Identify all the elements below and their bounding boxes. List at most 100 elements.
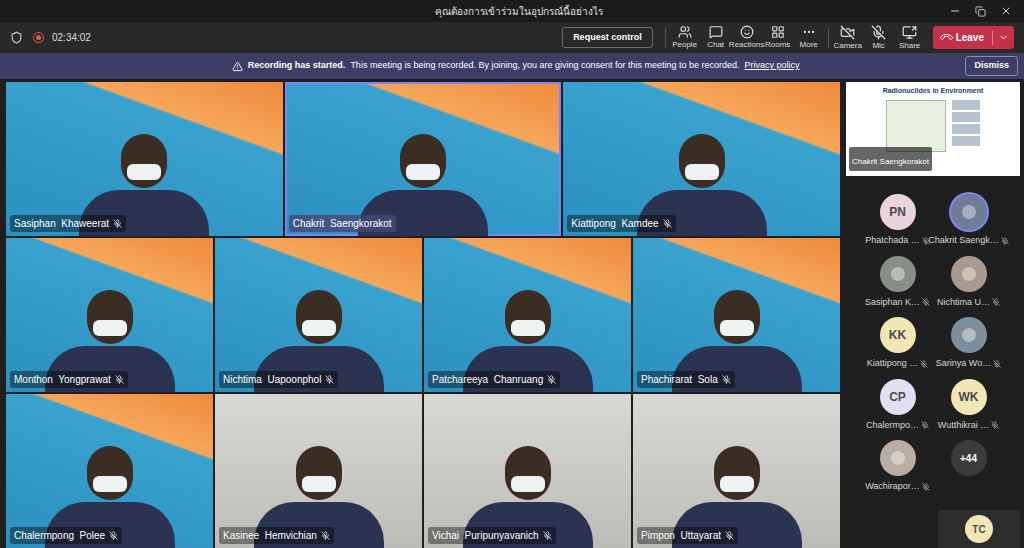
title-bar: คุณต้องการเข้าร่วมในอุปกรณ์นี้อย่างไร	[0, 0, 1024, 22]
video-tile[interactable]: Kasinee Hemvichian	[215, 394, 422, 548]
toolbar-button[interactable]: Reactions	[732, 25, 762, 50]
video-tile[interactable]: Pimpon Uttayarat	[633, 394, 840, 548]
participant-name: Patchareeya Chanruang	[432, 372, 543, 387]
participant-name-label: Patchareeya Chanruang	[428, 371, 560, 388]
participant-name-label: Chakrit Saengkorakot	[289, 215, 396, 232]
mic-off-icon	[543, 531, 552, 540]
mic-off-icon	[921, 421, 929, 429]
video-tile[interactable]: Chakrit Saengkorakot	[285, 82, 562, 236]
video-tile[interactable]: Nichtima Uapoonphol	[215, 238, 422, 392]
toolbar-icon	[709, 25, 723, 39]
participant-name: Chakrit Saengk…	[928, 234, 999, 248]
mic-off-icon	[991, 421, 999, 429]
participant[interactable]: KKKiattipong …	[862, 317, 933, 371]
toolbar-icon	[771, 25, 785, 39]
toolbar-icon	[740, 25, 754, 39]
mic-off-icon	[325, 375, 334, 384]
video-tile[interactable]: Monthon Yongprawat	[6, 238, 213, 392]
minimize-icon[interactable]	[949, 5, 961, 17]
mic-off-icon	[922, 298, 930, 306]
privacy-policy-link[interactable]: Privacy policy	[745, 59, 800, 73]
mic-off-icon	[992, 298, 1000, 306]
teams-meeting-window: คุณต้องการเข้าร่วมในอุปกรณ์นี้อย่างไร 02:…	[0, 0, 1024, 548]
participant-name: Vichai Puripunyavanich	[432, 528, 539, 543]
participant-name: Nichtima Uapoonphol	[223, 372, 321, 387]
mic-off-icon	[663, 219, 672, 228]
toolbar-button[interactable]: More	[794, 25, 824, 50]
warning-icon	[232, 61, 243, 72]
participant-name: Sasiphan K…	[865, 296, 920, 310]
participant[interactable]: Sasiphan K…	[862, 256, 933, 310]
participant-name-label: Monthon Yongprawat	[10, 371, 128, 388]
participant-name: Nichtima U…	[937, 296, 990, 310]
participant-avatar	[951, 194, 987, 230]
toolbar-icon	[802, 25, 816, 39]
video-tile[interactable]: Chalermpong Polee	[6, 394, 213, 548]
participant-name: Pimpon Uttayarat	[641, 528, 721, 543]
participant-avatar: PN	[880, 194, 916, 230]
window-title: คุณต้องการเข้าร่วมในอุปกรณ์นี้อย่างไร	[88, 4, 949, 19]
video-tile[interactable]: Vichai Puripunyavanich	[424, 394, 631, 548]
dismiss-button[interactable]: Dismiss	[965, 56, 1018, 76]
overflow-participants[interactable]: +44	[933, 440, 1004, 494]
participant[interactable]: Sarinya Wo…	[933, 317, 1004, 371]
toolbar-button[interactable]: Chat	[701, 25, 731, 50]
side-panel: Radionuclides in Environment Chakrit Saen…	[840, 82, 1024, 548]
participant-name-label: Kasinee Hemvichian	[219, 527, 334, 544]
shared-content[interactable]: Radionuclides in Environment Chakrit Saen…	[846, 82, 1020, 176]
chevron-down-icon[interactable]	[998, 32, 1009, 43]
participant-name: Sasiphan Khaweerat	[14, 216, 109, 231]
leave-button[interactable]: Leave	[933, 26, 1014, 49]
device-button[interactable]: Camera	[833, 25, 863, 51]
participant[interactable]: CP Chalermpo…	[862, 379, 933, 433]
self-view[interactable]: TC	[938, 510, 1020, 548]
video-tile[interactable]: Kiattipong Kamdee	[563, 82, 840, 236]
toolbar-button[interactable]: Rooms	[763, 25, 793, 50]
meeting-toolbar: 02:34:02 Request control PeopleChatReactio…	[0, 22, 1024, 53]
close-icon[interactable]	[1000, 5, 1012, 17]
participant-list: PN Phatchada … Chakrit Saengk… Sasiphan K… N…	[846, 176, 1020, 494]
video-row: Monthon Yongprawat Nichtima Uapoonphol Pat…	[6, 238, 840, 392]
participant-name-label: Pimpon Uttayarat	[637, 527, 738, 544]
device-button[interactable]: Mic	[864, 25, 894, 51]
share-icon	[902, 25, 917, 40]
mic-off-icon	[1001, 237, 1009, 245]
video-tile[interactable]: Patchareeya Chanruang	[424, 238, 631, 392]
participant-avatar: WK	[951, 379, 987, 415]
participant-name-label: Vichai Puripunyavanich	[428, 527, 556, 544]
hang-up-icon	[938, 30, 954, 46]
device-button[interactable]: Share	[895, 25, 925, 51]
participant-name: Chakrit Saengkorakot	[293, 216, 392, 231]
participant[interactable]: Chakrit Saengk…	[933, 194, 1004, 248]
mic-off-icon	[722, 375, 731, 384]
participant-name: Chalermpo…	[866, 419, 919, 433]
video-tile[interactable]: Sasiphan Khaweerat	[6, 82, 283, 236]
participant[interactable]: Wachirapor…	[862, 440, 933, 494]
meeting-timer: 02:34:02	[52, 30, 91, 45]
toolbar-button[interactable]: People	[670, 25, 700, 50]
participant-name-label: Kiattipong Kamdee	[567, 215, 675, 232]
participant[interactable]: WK Wutthikrai …	[933, 379, 1004, 433]
participant-name: Kiattipong Kamdee	[571, 216, 658, 231]
mic-off-icon	[725, 531, 734, 540]
shared-content-title: Radionuclides in Environment	[883, 86, 984, 97]
participant[interactable]: PN Phatchada …	[862, 194, 933, 248]
request-control-button[interactable]: Request control	[562, 27, 653, 49]
mic-off-icon	[115, 375, 124, 384]
video-tile[interactable]: Phachirarat Sola	[633, 238, 840, 392]
recording-banner: Recording has started.This meeting is be…	[0, 53, 1024, 79]
participant-name-label: Sasiphan Khaweerat	[10, 215, 126, 232]
participant-avatar	[951, 256, 987, 292]
camera-off-icon	[840, 25, 855, 40]
mic-off-icon	[920, 360, 928, 368]
toolbar-icon	[678, 25, 692, 39]
presenter-label: Chakrit Saengkorakot	[849, 147, 932, 171]
participant-name: Phatchada …	[865, 234, 920, 248]
restore-icon[interactable]	[975, 6, 986, 17]
participant-avatar	[951, 317, 987, 353]
mic-off-icon	[113, 219, 122, 228]
video-row: Sasiphan Khaweerat Chakrit Saengkorakot Ki…	[6, 82, 840, 236]
participant-avatar: CP	[880, 379, 916, 415]
participant[interactable]: Nichtima U…	[933, 256, 1004, 310]
participant-name: Wutthikrai …	[938, 419, 989, 433]
